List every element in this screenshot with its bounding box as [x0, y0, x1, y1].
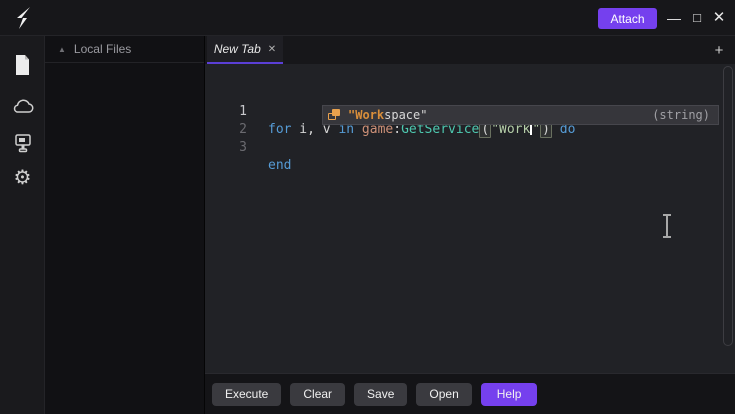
maximize-button[interactable]: □: [688, 8, 706, 28]
script-hub-icon: [13, 133, 33, 153]
tab-new-tab[interactable]: New Tab ✕: [207, 36, 283, 64]
help-button[interactable]: Help: [481, 383, 538, 406]
code-line: 1 for i, v in game:GetService("Work") do: [205, 85, 735, 103]
local-files-panel: ▲ Local Files: [45, 36, 205, 414]
sidebar-item-settings[interactable]: ⚙: [0, 161, 45, 195]
save-button[interactable]: Save: [354, 383, 407, 406]
clear-button[interactable]: Clear: [290, 383, 345, 406]
attach-button[interactable]: Attach: [598, 8, 657, 29]
tab-label: New Tab: [214, 42, 261, 56]
app-window: Attach — □ ✕ ⚙: [0, 0, 735, 414]
local-files-title: Local Files: [74, 42, 131, 56]
autocomplete-popup[interactable]: "Workspace" (string): [322, 105, 719, 125]
new-tab-button[interactable]: +: [709, 36, 729, 64]
settings-icon: ⚙: [14, 168, 32, 188]
close-button[interactable]: ✕: [710, 8, 728, 28]
app-logo-icon: [10, 5, 36, 31]
execute-button[interactable]: Execute: [212, 383, 281, 406]
editor-pane: New Tab ✕ + 1 for i, v in game:GetServic…: [205, 36, 735, 414]
autocomplete-type: (string): [652, 108, 718, 122]
open-button[interactable]: Open: [416, 383, 471, 406]
sidebar-item-cloud[interactable]: [0, 89, 45, 123]
editor-scrollbar[interactable]: [723, 66, 733, 346]
sidebar-item-files[interactable]: [0, 48, 45, 82]
cloud-icon: [12, 99, 34, 114]
file-icon: [13, 54, 32, 76]
mouse-ibeam-cursor: [662, 214, 672, 238]
code-editor[interactable]: 1 for i, v in game:GetService("Work") do…: [205, 64, 735, 373]
action-bar: Execute Clear Save Open Help: [205, 373, 735, 414]
autocomplete-match: "Work: [348, 108, 384, 122]
snippet-icon: [328, 109, 341, 121]
icon-sidebar: ⚙: [0, 36, 45, 414]
tab-close-icon[interactable]: ✕: [268, 44, 276, 55]
local-files-header[interactable]: ▲ Local Files: [45, 36, 204, 63]
line-number: 3: [205, 139, 247, 157]
minimize-button[interactable]: —: [665, 8, 683, 28]
sidebar-item-script-hub[interactable]: [0, 126, 45, 160]
titlebar: Attach — □ ✕: [0, 0, 735, 36]
autocomplete-rest: space": [384, 108, 427, 122]
collapse-icon: ▲: [58, 45, 66, 54]
code-token: end: [268, 158, 291, 173]
tab-bar: New Tab ✕ +: [205, 36, 735, 64]
